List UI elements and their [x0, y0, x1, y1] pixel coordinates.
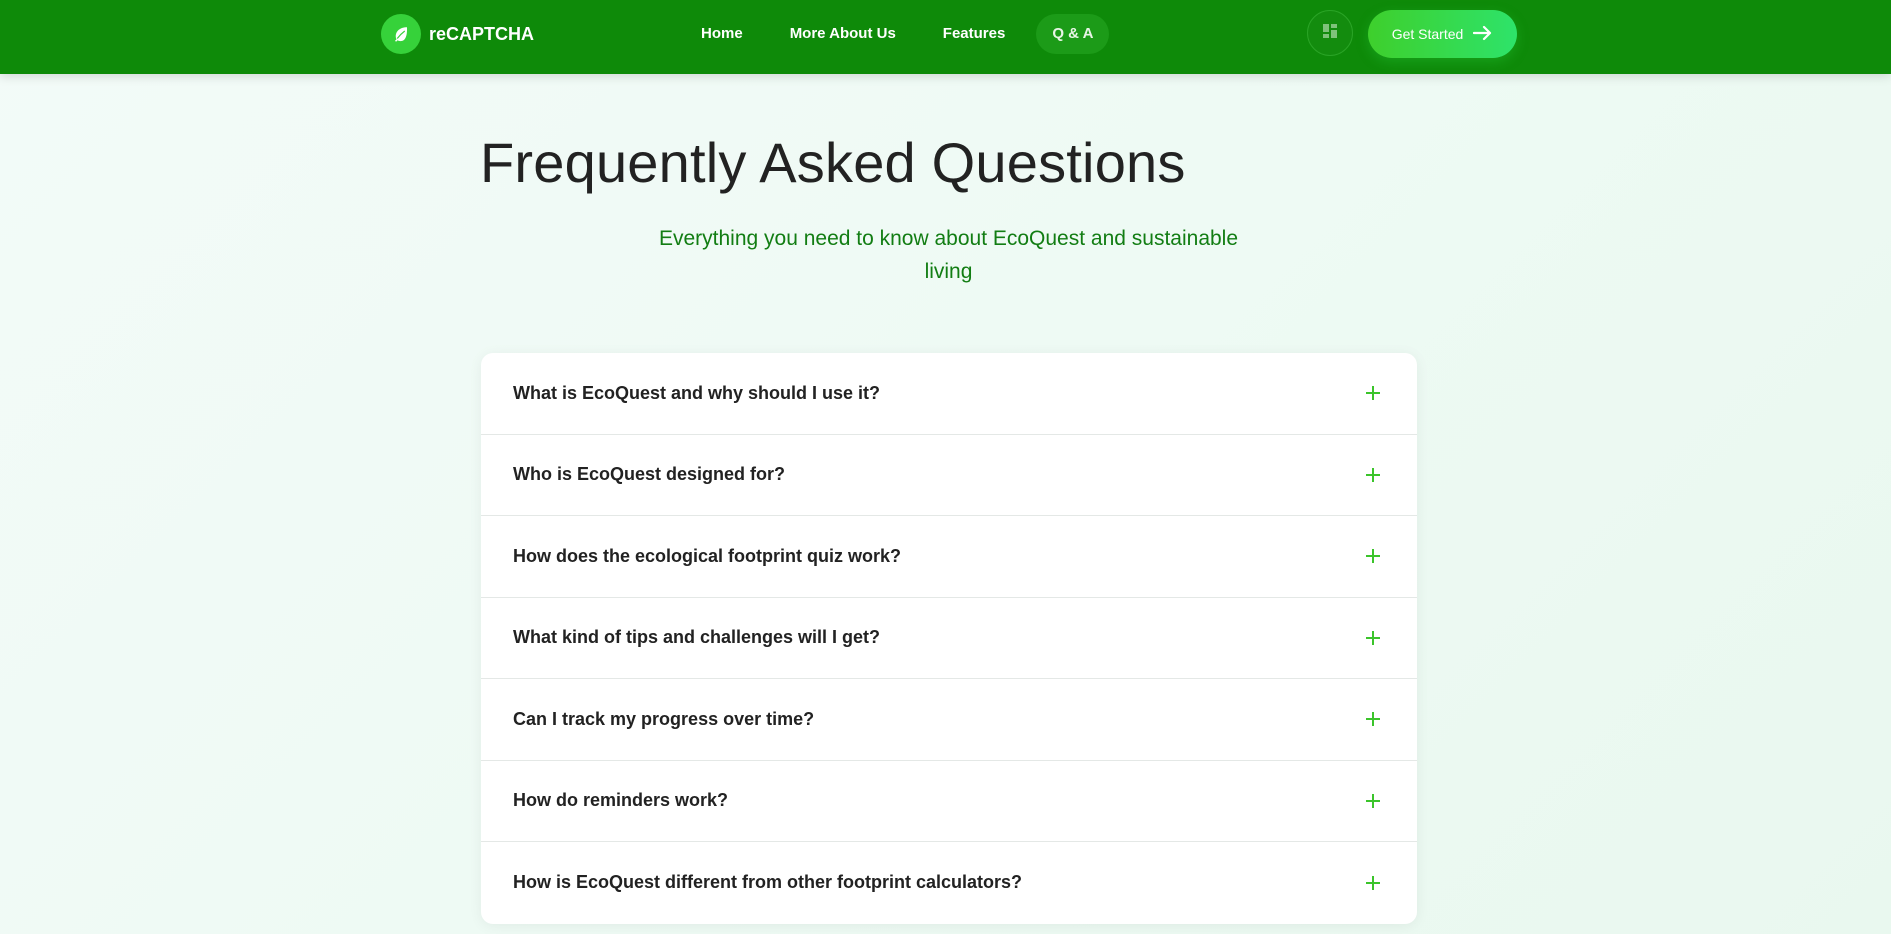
faq-question: Can I track my progress over time?	[513, 708, 815, 729]
dashboard-icon	[1322, 23, 1338, 44]
get-started-label: Get Started	[1391, 26, 1464, 42]
faq-question: What kind of tips and challenges will I …	[513, 627, 881, 648]
nav-q-and-a[interactable]: Q & A	[1036, 14, 1110, 54]
plus-icon[interactable]	[1365, 467, 1381, 483]
faq-question: Who is EcoQuest designed for?	[513, 464, 786, 485]
plus-icon[interactable]	[1365, 630, 1381, 646]
faq-item[interactable]: How do reminders work?	[481, 761, 1417, 842]
nav-home[interactable]: Home	[685, 14, 759, 54]
plus-icon[interactable]	[1365, 711, 1381, 727]
main-nav: Home More About Us Features Q & A	[685, 14, 1110, 54]
faq-item[interactable]: How does the ecological footprint quiz w…	[481, 516, 1417, 598]
faq-question: How does the ecological footprint quiz w…	[513, 545, 902, 566]
plus-icon[interactable]	[1365, 385, 1381, 401]
page-title: Frequently Asked Questions	[480, 131, 1186, 194]
leaf-icon	[381, 14, 421, 54]
plus-icon[interactable]	[1365, 875, 1381, 891]
dashboard-button[interactable]	[1307, 10, 1353, 56]
page-subtitle: Everything you need to know about EcoQue…	[658, 227, 1239, 283]
faq-question: How is EcoQuest different from other foo…	[513, 872, 1023, 893]
faq-item[interactable]: What kind of tips and challenges will I …	[481, 598, 1417, 679]
faq-item[interactable]: Can I track my progress over time?	[481, 679, 1417, 761]
nav-more-about-us[interactable]: More About Us	[774, 14, 912, 54]
faq-question: How do reminders work?	[513, 790, 729, 811]
top-navbar: reCAPTCHA Home More About Us Features Q …	[0, 0, 1891, 74]
get-started-button[interactable]: Get Started	[1368, 10, 1517, 58]
arrow-right-icon	[1473, 25, 1493, 44]
brand[interactable]: reCAPTCHA	[381, 14, 534, 54]
faq-item[interactable]: What is EcoQuest and why should I use it…	[481, 353, 1417, 435]
nav-features[interactable]: Features	[927, 14, 1022, 54]
faq-item[interactable]: How is EcoQuest different from other foo…	[481, 842, 1417, 924]
plus-icon[interactable]	[1365, 793, 1381, 809]
faq-item[interactable]: Who is EcoQuest designed for?	[481, 435, 1417, 516]
faq-list: What is EcoQuest and why should I use it…	[481, 353, 1417, 924]
plus-icon[interactable]	[1365, 548, 1381, 564]
faq-question: What is EcoQuest and why should I use it…	[513, 382, 881, 403]
brand-name: reCAPTCHA	[429, 23, 535, 44]
